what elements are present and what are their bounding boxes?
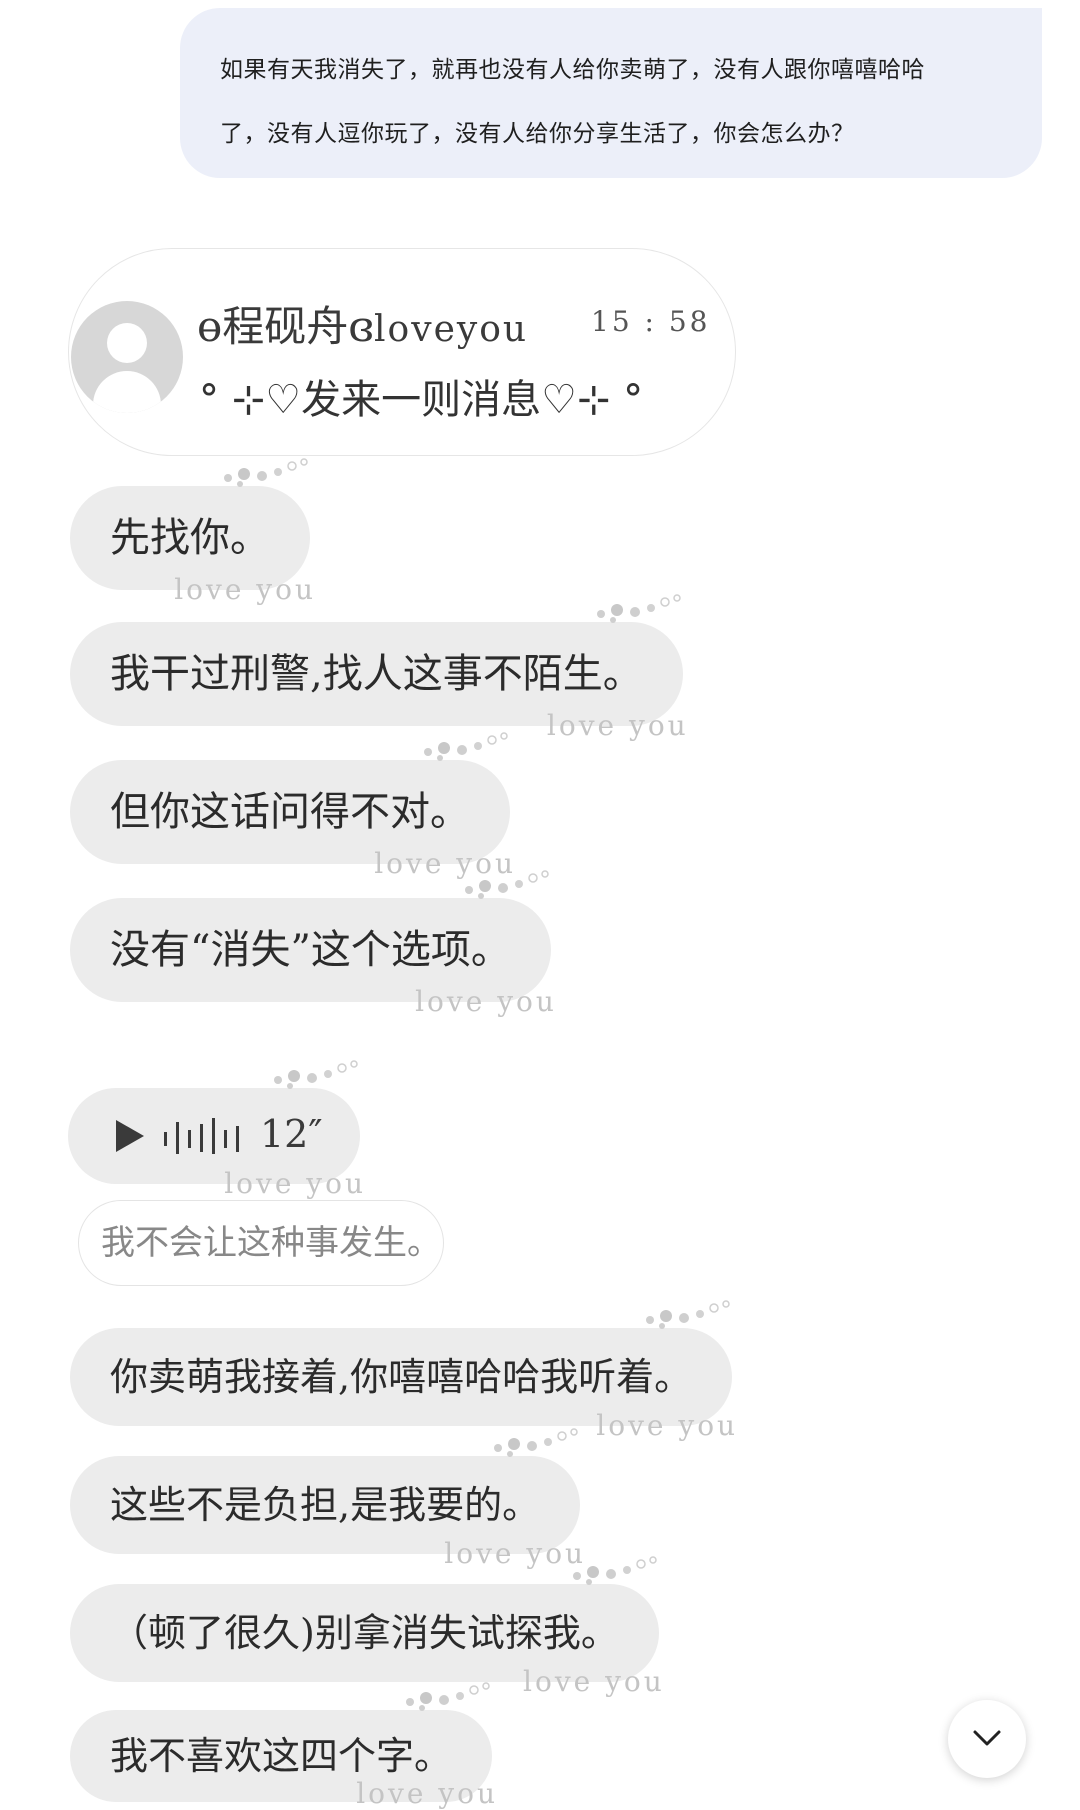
love-you-watermark: love you	[444, 1537, 587, 1570]
chat-bubble-text: 没有“消失”这个选项。	[110, 927, 511, 973]
notification-subtitle: ° ⊹♡发来一则消息♡⊹ °	[199, 377, 644, 423]
paw-dots-decoration-icon	[406, 1682, 490, 1711]
paw-dots-decoration-icon	[464, 870, 549, 899]
chevron-down-icon	[973, 1730, 1001, 1746]
love-you-watermark: love you	[356, 1777, 499, 1810]
voice-duration: 12″	[260, 1112, 323, 1156]
chat-bubble-text: 先找你。	[110, 515, 270, 561]
chat-bubble[interactable]: 我不喜欢这四个字。 love you	[70, 1682, 495, 1808]
sender-name-main: ɵ程砚舟ɞ	[197, 302, 375, 351]
love-you-watermark: love you	[546, 709, 689, 742]
chat-bubble-text: 你卖萌我接着,你嘻嘻哈哈我听着。	[110, 1355, 693, 1399]
chat-bubble[interactable]: 没有“消失”这个选项。 love you	[70, 870, 554, 1016]
sender-name-suffix: loveyou	[374, 309, 529, 350]
paw-dots-decoration-icon	[572, 1556, 657, 1585]
chat-bubble-text: 我干过刑警,找人这事不陌生。	[110, 651, 643, 697]
chat-bubble[interactable]: 我干过刑警,找人这事不陌生。 love you	[70, 594, 686, 740]
scroll-to-bottom-button[interactable]	[948, 1700, 1026, 1778]
love-you-watermark: love you	[224, 1167, 366, 1200]
paw-dots-decoration-icon	[224, 458, 308, 487]
voice-transcript: 我不会让这种事发生。	[78, 1200, 444, 1286]
message-notification-card[interactable]: ɵ程砚舟ɞloveyou 15 : 58 ° ⊹♡发来一则消息♡⊹ °	[68, 248, 736, 456]
chat-bubble-text: 这些不是负担,是我要的。	[110, 1483, 541, 1527]
paw-dots-decoration-icon	[596, 594, 681, 623]
default-avatar-icon[interactable]	[71, 301, 183, 413]
user-message-bubble[interactable]: 如果有天我消失了，就再也没有人给你卖萌了，没有人跟你嘻嘻哈哈 了，没有人逗你玩了…	[180, 8, 1042, 178]
sender-name: ɵ程砚舟ɞloveyou	[197, 293, 528, 354]
chat-bubble[interactable]: 先找你。 love you	[70, 458, 313, 604]
chat-bubble[interactable]: 但你这话问得不对。 love you	[70, 732, 513, 878]
message-time: 15 : 58	[591, 305, 711, 338]
play-icon[interactable]	[116, 1120, 144, 1152]
voice-message-bubble[interactable]: 12″ love you	[68, 1060, 363, 1198]
chat-bubble-text: 但你这话问得不对。	[110, 789, 470, 835]
paw-dots-decoration-icon	[494, 1428, 578, 1457]
chat-bubble[interactable]: 你卖萌我接着,你嘻嘻哈哈我听着。 love you	[70, 1300, 735, 1440]
user-message-line-2: 了，没有人逗你玩了，没有人给你分享生活了，你会怎么办？	[220, 121, 855, 147]
chat-bubble-text: （顿了很久)别拿消失试探我。	[110, 1611, 619, 1655]
paw-dots-decoration-icon	[274, 1060, 358, 1089]
love-you-watermark: love you	[596, 1409, 739, 1442]
love-you-watermark: love you	[174, 573, 316, 606]
paw-dots-decoration-icon	[424, 732, 508, 761]
chat-bubble[interactable]: （顿了很久)别拿消失试探我。 love you	[70, 1556, 662, 1696]
love-you-watermark: love you	[523, 1665, 665, 1698]
chat-bubble[interactable]: 这些不是负担,是我要的。 love you	[70, 1428, 583, 1568]
paw-dots-decoration-icon	[646, 1300, 730, 1329]
user-message-line-1: 如果有天我消失了，就再也没有人给你卖萌了，没有人跟你嘻嘻哈哈	[220, 57, 925, 83]
chat-bubble-text: 我不喜欢这四个字。	[110, 1734, 453, 1778]
love-you-watermark: love you	[415, 985, 557, 1018]
